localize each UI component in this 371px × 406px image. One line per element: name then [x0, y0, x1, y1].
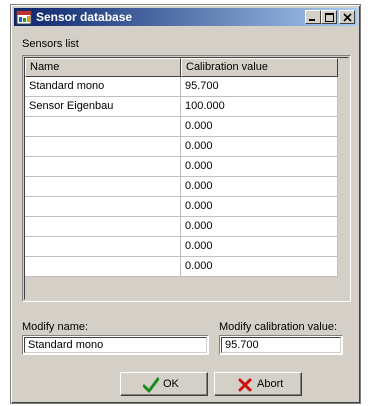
- cell-calibration-value: 95.700: [181, 77, 338, 97]
- cell-calibration-value: 0.000: [181, 237, 338, 257]
- title-bar[interactable]: Sensor database: [14, 8, 357, 26]
- table-row[interactable]: 0.000: [25, 137, 348, 157]
- database-icon: [16, 10, 32, 25]
- cell-calibration-value: 0.000: [181, 137, 338, 157]
- table-row[interactable]: 0.000: [25, 237, 348, 257]
- cell-calibration-value: 0.000: [181, 157, 338, 177]
- table-row[interactable]: Standard mono 95.700: [25, 77, 348, 97]
- cell-name: Sensor Eigenbau: [25, 97, 181, 117]
- sensors-list-label: Sensors list: [22, 38, 79, 50]
- x-icon: [238, 378, 252, 392]
- cell-calibration-value: 0.000: [181, 217, 338, 237]
- table-row[interactable]: 0.000: [25, 197, 348, 217]
- cell-calibration-value: 100.000: [181, 97, 338, 117]
- close-button[interactable]: [339, 10, 355, 24]
- table-row[interactable]: 0.000: [25, 217, 348, 237]
- ok-button-label: OK: [163, 378, 179, 390]
- table-row[interactable]: 0.000: [25, 117, 348, 137]
- cell-calibration-value: 0.000: [181, 197, 338, 217]
- maximize-icon: [325, 13, 334, 22]
- cell-name: [25, 117, 181, 137]
- minimize-icon: [309, 19, 315, 21]
- maximize-button[interactable]: [321, 10, 337, 24]
- cell-name: [25, 257, 181, 277]
- column-header-calibration-value[interactable]: Calibration value: [181, 58, 338, 77]
- abort-button-label: Abort: [257, 378, 284, 390]
- table-row[interactable]: 0.000: [25, 177, 348, 197]
- checkmark-icon: [143, 377, 159, 393]
- sensors-list[interactable]: Name Calibration value Standard mono 95.…: [22, 55, 351, 302]
- cell-calibration-value: 0.000: [181, 117, 338, 137]
- cell-name: [25, 137, 181, 157]
- cell-calibration-value: 0.000: [181, 257, 338, 277]
- table-row[interactable]: 0.000: [25, 157, 348, 177]
- cell-name: [25, 237, 181, 257]
- cell-name: Standard mono: [25, 77, 181, 97]
- modify-name-label: Modify name:: [22, 321, 89, 333]
- table-row[interactable]: 0.000: [25, 257, 348, 277]
- sensor-database-window: Sensor database Sensors list Name Calibr…: [10, 4, 361, 404]
- cell-calibration-value: 0.000: [181, 177, 338, 197]
- cell-name: [25, 157, 181, 177]
- ok-button[interactable]: OK: [120, 372, 208, 396]
- cell-name: [25, 197, 181, 217]
- column-header-name[interactable]: Name: [25, 58, 181, 77]
- modify-name-input[interactable]: [24, 337, 207, 353]
- minimize-button[interactable]: [305, 10, 321, 24]
- table-row[interactable]: Sensor Eigenbau 100.000: [25, 97, 348, 117]
- cell-name: [25, 217, 181, 237]
- cell-name: [25, 177, 181, 197]
- modify-calibration-value-input[interactable]: [221, 337, 341, 353]
- modify-name-field[interactable]: [22, 335, 209, 355]
- window-title: Sensor database: [36, 10, 133, 24]
- sensors-list-viewport: Name Calibration value Standard mono 95.…: [24, 57, 349, 300]
- close-icon: [343, 13, 352, 22]
- abort-button[interactable]: Abort: [214, 372, 302, 396]
- modify-calibration-value-field[interactable]: [219, 335, 343, 355]
- modify-calibration-value-label: Modify calibration value:: [219, 321, 338, 333]
